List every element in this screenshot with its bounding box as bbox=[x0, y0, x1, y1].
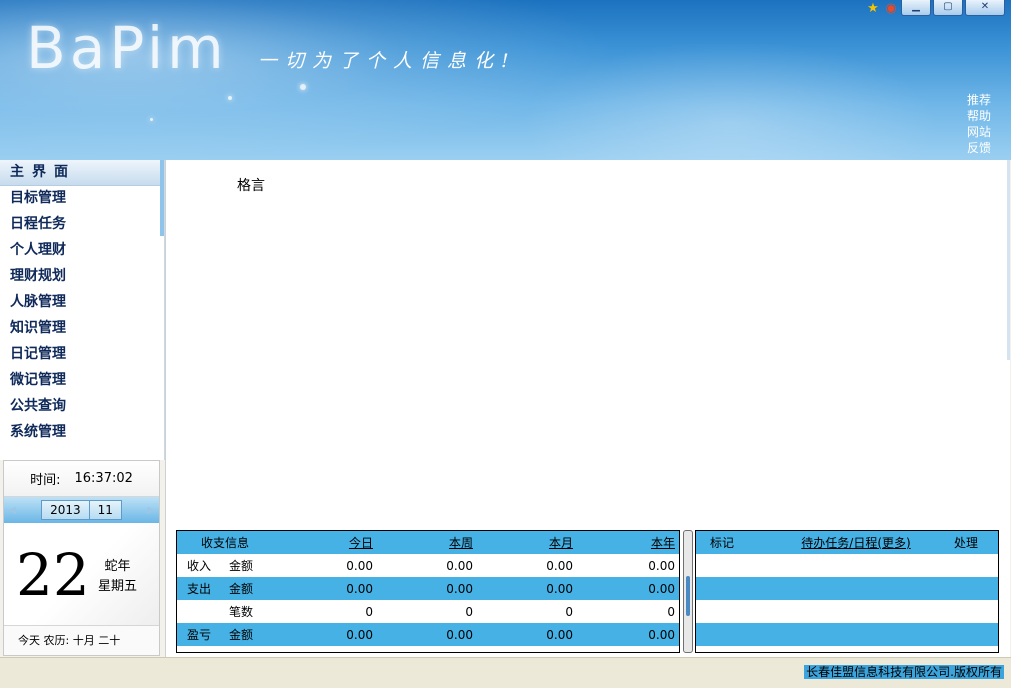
calendar-year[interactable]: 2013 bbox=[42, 501, 89, 519]
sparkle-decoration bbox=[228, 96, 232, 100]
link-feedback[interactable]: 反馈 bbox=[967, 140, 991, 156]
clock: 时间: 16:37:02 bbox=[4, 461, 159, 497]
sidebar-item-contacts[interactable]: 人脉管理 bbox=[0, 290, 164, 316]
motto-label: 格言 bbox=[237, 178, 265, 194]
header-glow-secondary bbox=[520, 40, 940, 160]
calendar-month[interactable]: 11 bbox=[88, 501, 121, 519]
app-slogan: 一切为了个人信息化! bbox=[258, 50, 517, 72]
table-row: 支出 金额 0.00 0.00 0.00 0.00 bbox=[177, 577, 679, 600]
window-controls: ★ ◉ ▁ ▢ ✕ bbox=[865, 0, 1005, 18]
calendar-day: 22 bbox=[16, 541, 90, 609]
minimize-button[interactable]: ▁ bbox=[901, 0, 931, 16]
table-row bbox=[696, 554, 998, 577]
main-scrollbar[interactable] bbox=[1007, 160, 1010, 360]
value-year: 0.00 bbox=[648, 627, 675, 642]
table-row bbox=[696, 623, 998, 646]
link-website[interactable]: 网站 bbox=[967, 124, 991, 140]
finance-summary-table: 收支信息 今日 本周 本月 本年 收入 金额 0.00 0.00 0.00 0.… bbox=[176, 530, 680, 653]
row-category: 收入 bbox=[187, 559, 212, 573]
app-header: BaPim 一切为了个人信息化! ★ ◉ ▁ ▢ ✕ 推荐 帮助 网站 反馈 bbox=[0, 0, 1011, 160]
time-label: 时间: bbox=[30, 473, 61, 488]
sidebar-item-knowledge[interactable]: 知识管理 bbox=[0, 316, 164, 342]
sidebar-item-micro-notes[interactable]: 微记管理 bbox=[0, 368, 164, 394]
skin-icon[interactable]: ◉ bbox=[883, 0, 899, 16]
sidebar-nav: 主界面 目标管理 日程任务 个人理财 理财规划 人脉管理 知识管理 日记管理 微… bbox=[0, 160, 165, 460]
value-week: 0 bbox=[465, 604, 473, 619]
finance-today-link[interactable]: 今日 bbox=[285, 534, 373, 551]
todo-header-row: 标记 待办任务/日程(更多) 处理 bbox=[696, 531, 998, 554]
zodiac-year: 蛇年 bbox=[104, 559, 131, 574]
year-month-selector[interactable]: 2013 11 bbox=[41, 500, 122, 520]
table-row: 收入 金额 0.00 0.00 0.00 0.00 bbox=[177, 554, 679, 577]
table-row: 盈亏 金额 0.00 0.00 0.00 0.00 bbox=[177, 623, 679, 646]
value-week: 0.00 bbox=[446, 581, 473, 596]
sidebar-item-finance[interactable]: 个人理财 bbox=[0, 238, 164, 264]
value-year: 0.00 bbox=[648, 581, 675, 596]
value-week: 0.00 bbox=[446, 627, 473, 642]
value-month: 0.00 bbox=[546, 581, 573, 596]
calendar-widget: 时间: 16:37:02 ◀ 2013 11 ▶ 22 蛇年 星期五 今天 农历… bbox=[3, 460, 160, 656]
sidebar-item-goals[interactable]: 目标管理 bbox=[0, 186, 164, 212]
sparkle-decoration bbox=[300, 84, 306, 90]
value-today: 0.00 bbox=[346, 627, 373, 642]
sidebar-item-home[interactable]: 主界面 bbox=[0, 160, 164, 186]
todo-mark-header: 标记 bbox=[710, 536, 735, 550]
prev-month-icon[interactable]: ◀ bbox=[6, 505, 18, 516]
lunar-date: 今天 农历: 十月 二十 bbox=[4, 625, 159, 655]
calendar-day-panel: 22 蛇年 星期五 bbox=[4, 523, 159, 625]
row-metric: 金额 bbox=[229, 582, 254, 596]
link-recommend[interactable]: 推荐 bbox=[967, 92, 991, 108]
finance-scrollbar[interactable] bbox=[683, 530, 693, 653]
link-help[interactable]: 帮助 bbox=[967, 108, 991, 124]
row-category: 盈亏 bbox=[187, 628, 212, 642]
sidebar-scrollbar[interactable] bbox=[160, 160, 164, 236]
value-year: 0 bbox=[667, 604, 675, 619]
todo-action-header: 处理 bbox=[953, 536, 978, 550]
value-week: 0.00 bbox=[446, 558, 473, 573]
value-month: 0.00 bbox=[546, 627, 573, 642]
copyright-text: 长春佳盟信息科技有限公司.版权所有 bbox=[804, 665, 1004, 679]
sidebar-item-finance-plan[interactable]: 理财规划 bbox=[0, 264, 164, 290]
main-panel: 格言 收支信息 今日 本周 本月 本年 收入 金额 0.00 0.00 0.00… bbox=[165, 160, 1010, 657]
sparkle-decoration bbox=[150, 118, 153, 121]
close-button[interactable]: ✕ bbox=[965, 0, 1005, 16]
scrollbar-thumb[interactable] bbox=[686, 576, 690, 616]
row-metric: 金额 bbox=[229, 559, 254, 573]
top-links: 推荐 帮助 网站 反馈 bbox=[967, 92, 991, 156]
table-row bbox=[696, 577, 998, 600]
value-month: 0 bbox=[565, 604, 573, 619]
sidebar-item-public-query[interactable]: 公共查询 bbox=[0, 394, 164, 420]
calendar-day-info: 蛇年 星期五 bbox=[98, 557, 137, 597]
todo-more-link[interactable]: 待办任务/日程(更多) bbox=[776, 534, 936, 551]
sidebar-item-system[interactable]: 系统管理 bbox=[0, 420, 164, 446]
finance-header-row: 收支信息 今日 本周 本月 本年 bbox=[177, 531, 679, 554]
row-metric: 金额 bbox=[229, 628, 254, 642]
value-today: 0.00 bbox=[346, 581, 373, 596]
time-value: 16:37:02 bbox=[74, 471, 133, 486]
star-icon[interactable]: ★ bbox=[865, 0, 881, 16]
table-row bbox=[696, 600, 998, 623]
status-bar: 长春佳盟信息科技有限公司.版权所有 bbox=[0, 657, 1011, 688]
value-today: 0.00 bbox=[346, 558, 373, 573]
finance-week-link[interactable]: 本周 bbox=[373, 534, 473, 551]
calendar-nav-bar: ◀ 2013 11 ▶ bbox=[4, 497, 159, 523]
row-category: 支出 bbox=[187, 582, 212, 596]
value-year: 0.00 bbox=[648, 558, 675, 573]
value-today: 0 bbox=[365, 604, 373, 619]
todo-table: 标记 待办任务/日程(更多) 处理 bbox=[695, 530, 999, 653]
app-logo: BaPim bbox=[26, 14, 228, 82]
maximize-button[interactable]: ▢ bbox=[933, 0, 963, 16]
value-month: 0.00 bbox=[546, 558, 573, 573]
finance-year-link[interactable]: 本年 bbox=[573, 534, 677, 551]
sidebar-item-diary[interactable]: 日记管理 bbox=[0, 342, 164, 368]
finance-month-link[interactable]: 本月 bbox=[473, 534, 573, 551]
next-month-icon[interactable]: ▶ bbox=[145, 505, 157, 516]
row-metric: 笔数 bbox=[229, 605, 254, 619]
table-row: 笔数 0 0 0 0 bbox=[177, 600, 679, 623]
sidebar-item-schedule[interactable]: 日程任务 bbox=[0, 212, 164, 238]
weekday: 星期五 bbox=[98, 579, 138, 594]
finance-title: 收支信息 bbox=[201, 536, 250, 550]
